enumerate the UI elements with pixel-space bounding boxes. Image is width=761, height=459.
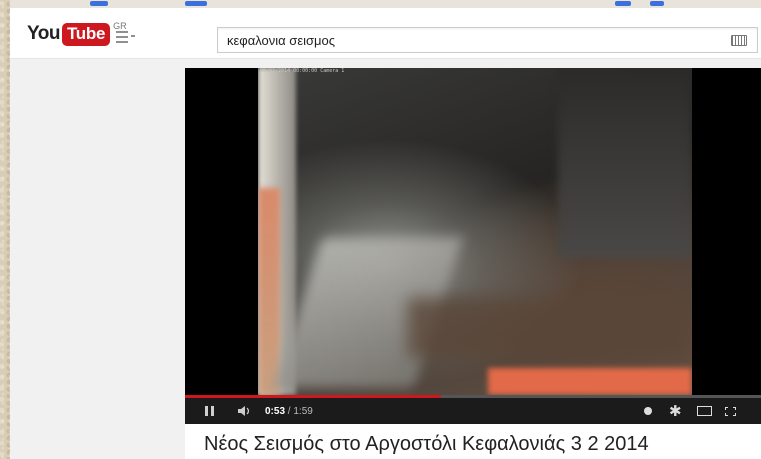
video-player[interactable]: 00/03/2014 00:00:00 Camera 1 0:53 / 1:59 bbox=[185, 68, 761, 424]
youtube-logo[interactable]: You Tube GR bbox=[27, 21, 127, 46]
video-frame[interactable]: 00/03/2014 00:00:00 Camera 1 bbox=[258, 68, 692, 395]
keyboard-icon[interactable] bbox=[731, 35, 747, 46]
logo-tube-text: Tube bbox=[61, 22, 111, 46]
current-time: 0:53 bbox=[265, 405, 286, 417]
player-controls: 0:53 / 1:59 ✱ bbox=[185, 398, 761, 424]
fullscreen-icon[interactable] bbox=[725, 398, 739, 424]
guide-menu-icon[interactable] bbox=[116, 30, 138, 44]
volume-icon[interactable] bbox=[237, 398, 253, 424]
browser-window: You Tube GR 00/03/2014 00:00:00 Camera 1 bbox=[10, 0, 761, 459]
bookmarks-strip bbox=[10, 0, 761, 8]
gear-icon[interactable]: ✱ bbox=[669, 398, 682, 424]
masthead: You Tube GR bbox=[10, 8, 761, 59]
search-input[interactable] bbox=[218, 28, 736, 52]
info-icon[interactable] bbox=[644, 398, 654, 424]
pause-icon[interactable] bbox=[205, 398, 217, 424]
time-display: 0:53 / 1:59 bbox=[265, 398, 313, 424]
video-info: Νέος Σεισμός στο Αργοστόλι Κεφαλονιάς 3 … bbox=[185, 424, 761, 459]
theater-icon[interactable] bbox=[697, 398, 712, 424]
time-separator: / bbox=[285, 405, 294, 417]
search-box[interactable] bbox=[217, 27, 758, 53]
video-overlay-stamp: 00/03/2014 00:00:00 Camera 1 bbox=[260, 68, 345, 74]
video-title: Νέος Σεισμός στο Αργοστόλι Κεφαλονιάς 3 … bbox=[204, 433, 649, 455]
logo-you-text: You bbox=[27, 23, 60, 44]
duration: 1:59 bbox=[293, 405, 313, 417]
